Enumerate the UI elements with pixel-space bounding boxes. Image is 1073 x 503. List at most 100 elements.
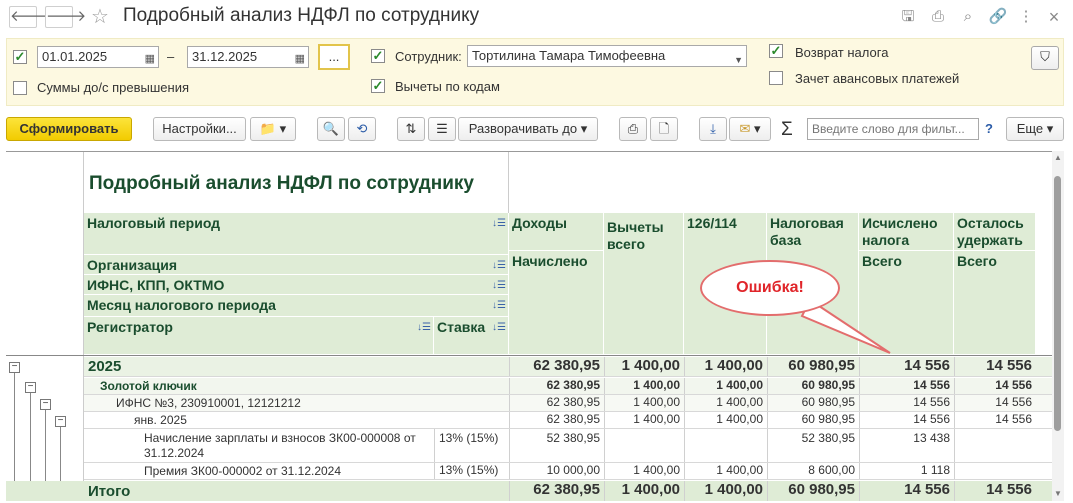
- tree-line: [60, 422, 61, 490]
- header-calculated[interactable]: Исчислено налога: [859, 213, 954, 251]
- cell-code: 1 400,00: [684, 463, 767, 479]
- sum-icon[interactable]: Σ: [781, 119, 793, 141]
- total-row[interactable]: Итого 62 380,95 1 400,00 1 400,00 60 980…: [6, 481, 1052, 501]
- table-row[interactable]: янв. 2025 62 380,95 1 400,00 1 400,00 60…: [84, 412, 1052, 429]
- cell-code: [684, 429, 767, 462]
- header-income[interactable]: Доходы: [509, 213, 604, 251]
- settings-button[interactable]: Настройки...: [153, 117, 246, 141]
- cell-rate: 13% (15%): [434, 429, 509, 462]
- header-deductions[interactable]: Вычеты всего: [604, 213, 684, 355]
- back-button[interactable]: 🡐: [9, 6, 50, 28]
- header-ifns[interactable]: ИФНС, КПП, ОКТМО ↓☰: [84, 275, 509, 295]
- help-icon[interactable]: ?: [985, 121, 993, 136]
- printer-icon: ⎙: [627, 121, 639, 136]
- cell-income: 62 380,95: [509, 357, 604, 376]
- generate-button[interactable]: Сформировать: [6, 117, 132, 141]
- sort-icon[interactable]: ↓☰: [492, 297, 506, 314]
- table-row[interactable]: Золотой ключик 62 380,95 1 400,00 1 400,…: [84, 378, 1052, 395]
- search-window-icon[interactable]: ⌕: [957, 6, 979, 28]
- star-icon[interactable]: ☆: [91, 4, 109, 29]
- cell-rem: [954, 463, 1036, 479]
- vertical-scrollbar[interactable]: ▲ ▼: [1052, 151, 1064, 501]
- envelope-icon: ✉: [739, 121, 751, 136]
- group-button[interactable]: ☰: [428, 117, 456, 141]
- cell-income: 62 380,95: [509, 378, 604, 394]
- collapse-toggle[interactable]: −: [40, 399, 51, 410]
- chevron-down-icon[interactable]: ▼: [734, 50, 743, 70]
- collapse-toggle[interactable]: −: [55, 416, 66, 427]
- cell-calc: 13 438: [859, 429, 954, 462]
- email-button[interactable]: ✉ ▾: [729, 117, 771, 141]
- sort-asc-button[interactable]: ⇅: [397, 117, 425, 141]
- cell-deductions: 1 400,00: [604, 357, 684, 376]
- filter-panel: ✓ 01.01.2025 ▦ – 31.12.2025 ▦ ... Суммы до…: [6, 38, 1064, 106]
- save-icon[interactable]: 🖫: [897, 6, 919, 28]
- date-to-field[interactable]: 31.12.2025 ▦: [187, 46, 309, 68]
- more-button[interactable]: Еще ▾: [1006, 117, 1064, 141]
- deductions-by-codes-checkbox[interactable]: ✓: [371, 79, 385, 93]
- close-icon[interactable]: ×: [1043, 6, 1065, 28]
- cell-income: 10 000,00: [509, 463, 604, 479]
- header-remaining[interactable]: Осталось удержать: [954, 213, 1036, 251]
- header-organization[interactable]: Организация ↓☰: [84, 255, 509, 275]
- header-accrued[interactable]: Начислено: [509, 251, 604, 355]
- cell-calc: 14 556: [859, 412, 954, 428]
- cell-income: 52 380,95: [509, 429, 604, 462]
- employee-label: Сотрудник:: [395, 49, 462, 64]
- tax-refund-checkbox[interactable]: ✓: [769, 44, 783, 58]
- link-icon[interactable]: 🔗: [987, 6, 1009, 28]
- expand-button[interactable]: Разворачивать до ▾: [458, 117, 598, 141]
- sort-icon[interactable]: ↓☰: [492, 277, 506, 294]
- forward-button[interactable]: 🡒: [45, 6, 86, 28]
- sort-icon: ⇅: [405, 121, 417, 136]
- preview-button[interactable]: 🗋: [650, 117, 678, 141]
- collapse-toggle[interactable]: −: [25, 382, 36, 393]
- find-next-button[interactable]: ⟲: [348, 117, 376, 141]
- cell-rem: 14 556: [954, 395, 1036, 411]
- collapse-toggle[interactable]: −: [9, 362, 20, 373]
- sort-icon[interactable]: ↓☰: [492, 215, 506, 232]
- sort-icon[interactable]: ↓☰: [417, 319, 431, 336]
- table-row[interactable]: Премия ЗК00-000002 от 31.12.2024 13% (15…: [84, 463, 1052, 480]
- advance-offset-label: Зачет авансовых платежей: [795, 71, 960, 86]
- filter-button[interactable]: ⛉: [1031, 46, 1059, 70]
- advance-offset-checkbox[interactable]: [769, 71, 783, 85]
- scrollbar-thumb[interactable]: [1054, 176, 1061, 431]
- calendar-icon[interactable]: ▦: [295, 49, 305, 69]
- table-row[interactable]: ИФНС №3, 230910001, 12121212 62 380,95 1…: [84, 395, 1052, 412]
- period-select-button[interactable]: ...: [318, 44, 350, 70]
- sums-before-excess-checkbox[interactable]: [13, 81, 27, 95]
- header-month[interactable]: Месяц налогового периода ↓☰: [84, 295, 509, 317]
- preview-icon: 🗋: [658, 121, 670, 136]
- tax-refund-label: Возврат налога: [795, 45, 889, 60]
- deductions-by-codes-label: Вычеты по кодам: [395, 79, 500, 94]
- calendar-icon[interactable]: ▦: [145, 49, 155, 69]
- arrow-right-icon: 🡒: [46, 8, 87, 25]
- find-button[interactable]: 🔍: [317, 117, 345, 141]
- employee-field[interactable]: Тортилина Тамара Тимофеевна ▼: [467, 45, 747, 67]
- sums-before-excess-label: Суммы до/с превышения: [37, 80, 190, 95]
- header-rate[interactable]: Ставка ↓☰: [434, 317, 509, 355]
- search-input[interactable]: [807, 118, 979, 140]
- table-row[interactable]: Начисление зарплаты и взносов ЗК00-00000…: [84, 429, 1052, 463]
- variants-button[interactable]: 📁 ▾: [250, 117, 296, 141]
- header-registrar[interactable]: Регистратор ↓☰: [84, 317, 434, 355]
- sort-icon[interactable]: ↓☰: [492, 319, 506, 336]
- row-label: 2025: [88, 358, 122, 375]
- header-rem-total[interactable]: Всего: [954, 251, 1036, 355]
- header-tax-period[interactable]: Налоговый период ↓☰: [84, 213, 509, 255]
- download-button[interactable]: ⤓: [699, 117, 727, 141]
- cell-income: 62 380,95: [509, 395, 604, 411]
- employee-checkbox[interactable]: ✓: [371, 49, 385, 63]
- date-from-field[interactable]: 01.01.2025 ▦: [37, 46, 159, 68]
- cell-base: 60 980,95: [767, 378, 859, 394]
- print-icon[interactable]: ⎙: [927, 6, 949, 28]
- tree-line: [30, 388, 31, 490]
- period-checkbox[interactable]: ✓: [13, 50, 27, 64]
- menu-icon[interactable]: ⋮: [1015, 6, 1037, 28]
- print-button[interactable]: ⎙: [619, 117, 647, 141]
- table-row[interactable]: 2025 62 380,95 1 400,00 1 400,00 60 980,…: [84, 357, 1052, 377]
- cell-deductions: [604, 429, 684, 462]
- sort-icon[interactable]: ↓☰: [492, 257, 506, 274]
- date-separator: –: [167, 49, 175, 64]
